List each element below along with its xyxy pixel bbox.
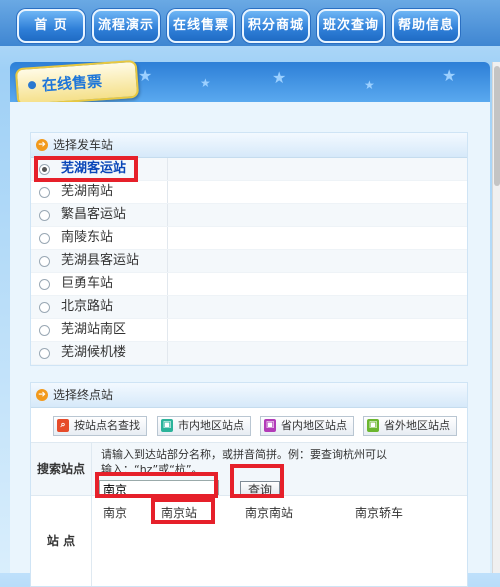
divider bbox=[167, 296, 168, 318]
radio-button[interactable] bbox=[39, 187, 50, 198]
highlight-box bbox=[230, 464, 284, 498]
scrollbar[interactable] bbox=[492, 62, 500, 573]
station-option[interactable]: 南陵东站 bbox=[31, 227, 467, 250]
departure-header-label: 选择发车站 bbox=[53, 138, 114, 152]
city-stations-button[interactable]: ▣ 市内地区站点 bbox=[157, 416, 251, 436]
search-by-name-label: 按站点名查找 bbox=[74, 419, 140, 432]
nav-process-demo[interactable]: 流程演示 bbox=[92, 9, 160, 43]
station-label: 北京路站 bbox=[61, 299, 114, 314]
divider bbox=[167, 181, 168, 203]
location-icon: ▣ bbox=[264, 419, 276, 432]
nav-help[interactable]: 帮助信息 bbox=[392, 9, 460, 43]
bullet-icon bbox=[27, 80, 37, 90]
divider bbox=[167, 227, 168, 249]
out-province-stations-button[interactable]: ▣ 省外地区站点 bbox=[363, 416, 457, 436]
station-option[interactable]: 芜湖南站 bbox=[31, 181, 467, 204]
station-label: 繁昌客运站 bbox=[61, 207, 127, 222]
station-option[interactable]: 北京路站 bbox=[31, 296, 467, 319]
top-nav: 首 页 流程演示 在线售票 积分商城 班次查询 帮助信息 bbox=[0, 0, 500, 46]
station-result-item[interactable]: 南京 bbox=[103, 504, 127, 521]
nav-points-mall[interactable]: 积分商城 bbox=[242, 9, 310, 43]
search-by-name-button[interactable]: ⌕ 按站点名查找 bbox=[53, 416, 147, 436]
divider bbox=[167, 204, 168, 226]
departure-header: ➔ 选择发车站 bbox=[31, 133, 467, 158]
arrow-right-icon: ➔ bbox=[36, 139, 48, 151]
star-icon: ★ bbox=[138, 66, 153, 85]
radio-button[interactable] bbox=[39, 233, 50, 244]
star-icon: ★ bbox=[272, 68, 287, 87]
divider bbox=[167, 250, 168, 272]
destination-header: ➔ 选择终点站 bbox=[31, 383, 467, 408]
search-station-label: 搜索站点 bbox=[31, 443, 92, 495]
magnifier-icon: ⌕ bbox=[57, 419, 69, 432]
highlight-box bbox=[95, 472, 218, 498]
nav-schedule-query[interactable]: 班次查询 bbox=[317, 9, 385, 43]
divider bbox=[167, 342, 168, 364]
nav-home[interactable]: 首 页 bbox=[17, 9, 85, 43]
highlight-box bbox=[151, 498, 215, 524]
station-option[interactable]: 繁昌客运站 bbox=[31, 204, 467, 227]
star-icon: ★ bbox=[200, 76, 211, 90]
radio-button[interactable] bbox=[39, 279, 50, 290]
nav-online-ticket[interactable]: 在线售票 bbox=[167, 9, 235, 43]
scrollbar-thumb[interactable] bbox=[494, 66, 500, 186]
station-label: 芜湖县客运站 bbox=[61, 253, 140, 268]
station-label: 芜湖南站 bbox=[61, 184, 114, 199]
radio-button[interactable] bbox=[39, 256, 50, 267]
star-icon: ★ bbox=[442, 66, 457, 85]
radio-button[interactable] bbox=[39, 348, 50, 359]
station-label: 芜湖候机楼 bbox=[61, 345, 127, 360]
station-option[interactable]: 芜湖站南区 bbox=[31, 319, 467, 342]
radio-button[interactable] bbox=[39, 302, 50, 313]
destination-header-label: 选择终点站 bbox=[53, 388, 114, 402]
province-stations-label: 省内地区站点 bbox=[281, 419, 347, 432]
station-label: 巨勇车站 bbox=[61, 276, 114, 291]
out-province-stations-label: 省外地区站点 bbox=[384, 419, 450, 432]
station-label: 南陵东站 bbox=[61, 230, 114, 245]
province-stations-button[interactable]: ▣ 省内地区站点 bbox=[260, 416, 354, 436]
city-stations-label: 市内地区站点 bbox=[178, 419, 244, 432]
divider bbox=[167, 273, 168, 295]
panel-title-text: 在线售票 bbox=[41, 72, 103, 95]
station-result-item[interactable]: 南京南站 bbox=[245, 504, 293, 521]
station-results: 站 点 南京 南京站 南京南站 南京轿车 bbox=[31, 495, 467, 586]
arrow-right-icon: ➔ bbox=[36, 389, 48, 401]
station-label: 芜湖站南区 bbox=[61, 322, 127, 337]
radio-button[interactable] bbox=[39, 210, 50, 221]
location-icon: ▣ bbox=[161, 419, 173, 432]
station-option[interactable]: 芜湖候机楼 bbox=[31, 342, 467, 365]
location-icon: ▣ bbox=[367, 419, 379, 432]
divider bbox=[167, 319, 168, 341]
divider bbox=[167, 158, 168, 180]
station-option[interactable]: 芜湖县客运站 bbox=[31, 250, 467, 273]
station-option[interactable]: 巨勇车站 bbox=[31, 273, 467, 296]
radio-button[interactable] bbox=[39, 325, 50, 336]
star-icon: ★ bbox=[364, 78, 375, 92]
station-result-item[interactable]: 南京轿车 bbox=[355, 504, 403, 521]
highlight-box bbox=[34, 156, 138, 182]
destination-toolbar: ⌕ 按站点名查找 ▣ 市内地区站点 ▣ 省内地区站点 ▣ 省外地区站点 bbox=[31, 408, 467, 442]
departure-list: 芜湖客运站 芜湖南站 繁昌客运站 南陵东站 芜湖县客运站 巨勇车站 北京路站 芜… bbox=[31, 158, 467, 365]
